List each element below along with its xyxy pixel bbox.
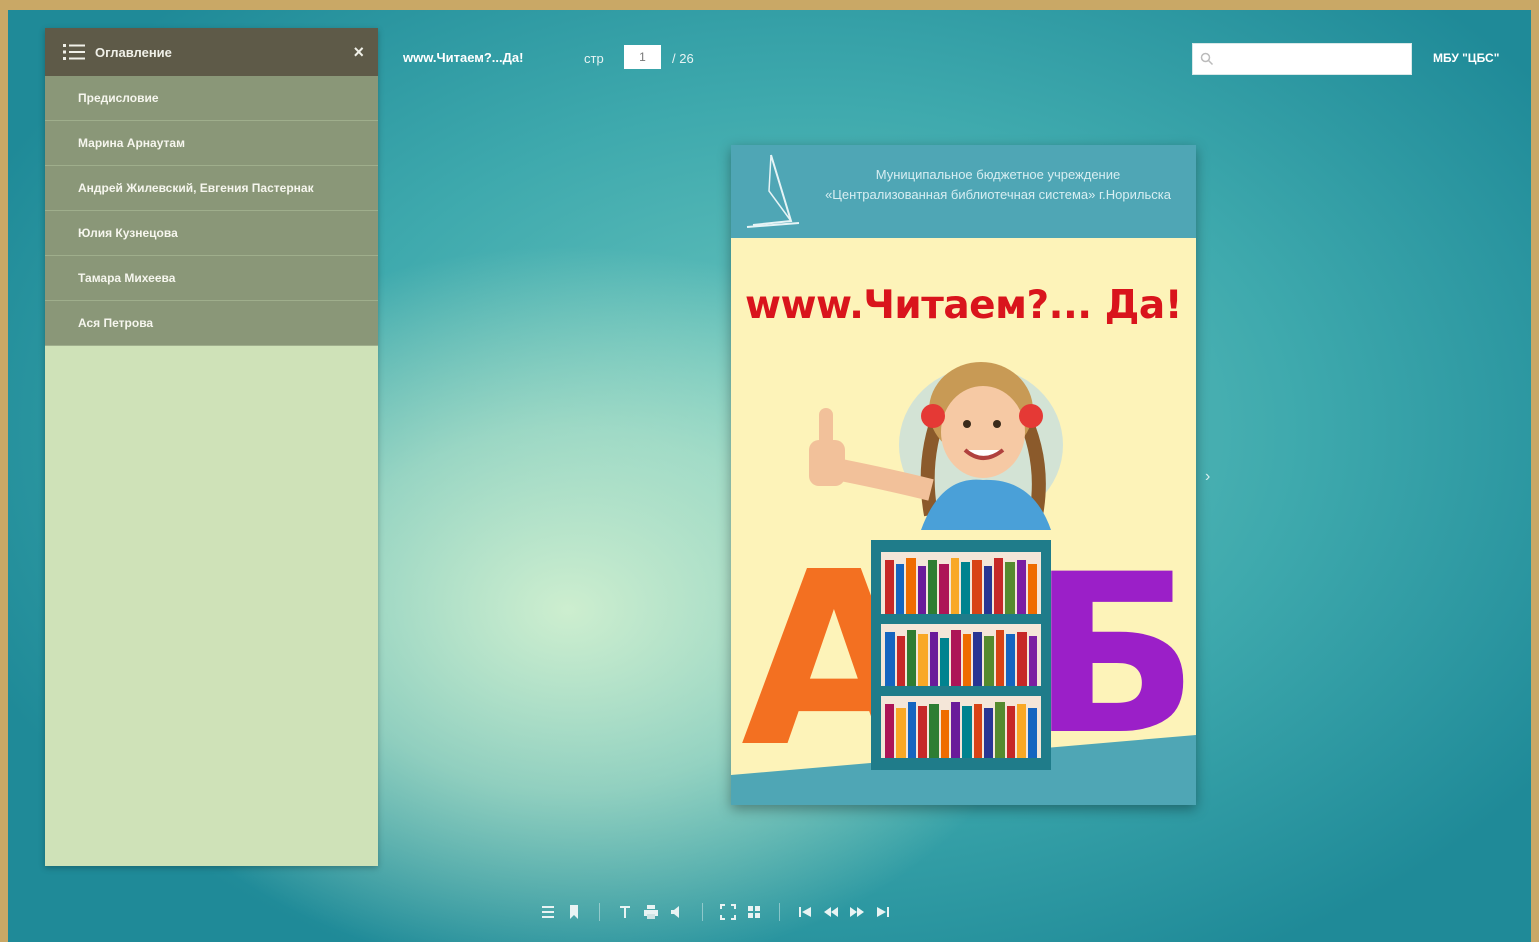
toc-item-zhvalevsky[interactable]: Андрей Жилевский, Евгения Пастернак (45, 166, 378, 211)
toc-item-label: Ася Петрова (78, 316, 154, 330)
first-page-icon[interactable] (792, 900, 818, 924)
next-page-icon[interactable] (844, 900, 870, 924)
print-icon[interactable] (638, 900, 664, 924)
search-input[interactable] (1219, 48, 1408, 72)
bottom-toolbar (535, 900, 896, 924)
bookshelf-illustration (871, 540, 1051, 770)
toolbar-divider (599, 903, 600, 921)
toc-item-petrova[interactable]: Ася Петрова (45, 301, 378, 346)
toc-item-label: Юлия Кузнецова (78, 226, 178, 240)
thumbnails-icon[interactable] (741, 900, 767, 924)
toc-item-kuznetsova[interactable]: Юлия Кузнецова (45, 211, 378, 256)
search-icon (1200, 52, 1214, 66)
page-number-input[interactable] (624, 45, 661, 69)
toolbar-divider (702, 903, 703, 921)
toc-item-label: Тамара Михеева (78, 271, 176, 285)
org-name: МБУ "ЦБС" (1433, 51, 1500, 65)
fullscreen-icon[interactable] (715, 900, 741, 924)
book-title: www.Читаем?...Да! (403, 50, 524, 65)
sound-icon[interactable] (664, 900, 690, 924)
toc-panel: Оглавление × Предисловие Марина Арнаутам… (45, 28, 378, 866)
toolbar-divider (779, 903, 780, 921)
toc-item-label: Марина Арнаутам (78, 136, 185, 150)
toc-icon[interactable] (535, 900, 561, 924)
last-page-icon[interactable] (870, 900, 896, 924)
toc-item-preface[interactable]: Предисловие (45, 76, 378, 121)
viewer-frame: Оглавление × Предисловие Марина Арнаутам… (8, 10, 1531, 942)
page-total: / 26 (672, 51, 694, 66)
book-page[interactable]: Муниципальное бюджетное учреждение «Цент… (731, 145, 1196, 805)
toc-item-label: Предисловие (78, 91, 159, 105)
next-page-arrow-icon[interactable]: › (1205, 468, 1210, 486)
prev-page-icon[interactable] (818, 900, 844, 924)
toc-title: Оглавление (95, 44, 172, 60)
letter-b: Б (1031, 527, 1196, 783)
toc-item-mikheeva[interactable]: Тамара Михеева (45, 256, 378, 301)
toc-item-arnautam[interactable]: Марина Арнаутам (45, 121, 378, 166)
close-icon[interactable]: × (353, 42, 364, 63)
bookmark-icon[interactable] (561, 900, 587, 924)
toc-header: Оглавление × (45, 28, 378, 76)
page-label: стр (584, 51, 604, 66)
search-box[interactable] (1192, 43, 1412, 75)
toc-item-label: Андрей Жилевский, Евгения Пастернак (78, 181, 314, 195)
list-icon (63, 44, 85, 60)
text-icon[interactable] (612, 900, 638, 924)
